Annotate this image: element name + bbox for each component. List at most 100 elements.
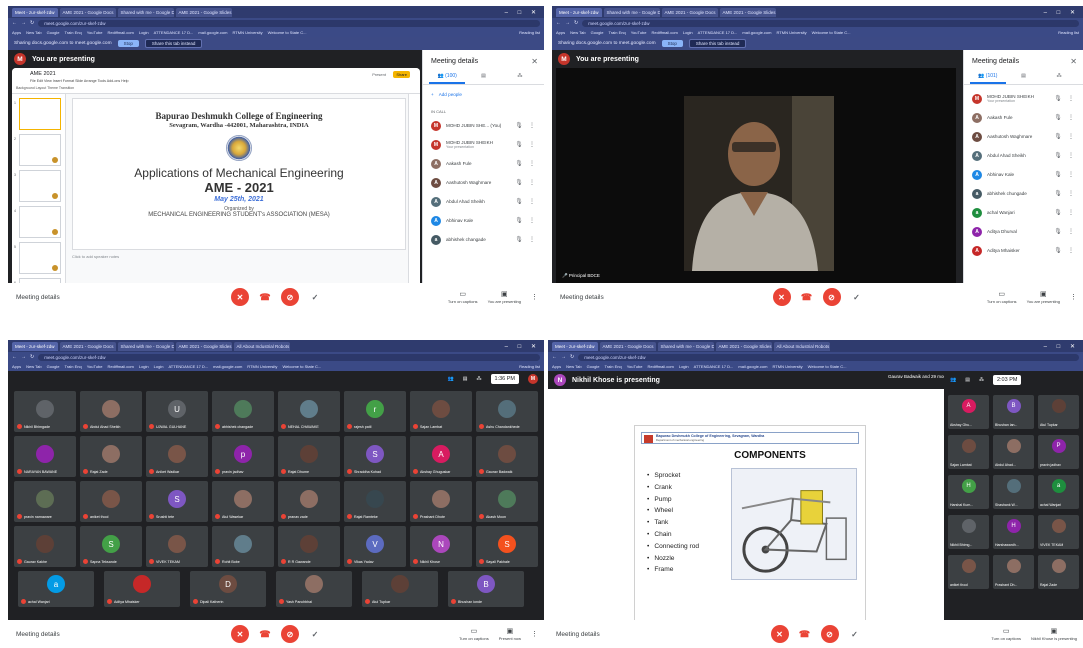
tab-chat[interactable]: ▤ bbox=[465, 70, 501, 84]
browser-tab[interactable]: Shared with me - Google Drive bbox=[657, 341, 714, 351]
participant-row[interactable]: A Aditya Mhaisker 🎙 ⋮ bbox=[964, 241, 1083, 260]
participant-tile[interactable]: Aditya Mhaisker bbox=[104, 571, 180, 607]
tab-people[interactable]: 👥 (100) bbox=[429, 70, 466, 84]
forward-icon[interactable]: → bbox=[561, 354, 566, 360]
bookmark[interactable]: Rediffmail.com bbox=[107, 364, 133, 369]
bookmark[interactable]: RTMN University bbox=[776, 30, 806, 35]
bookmark[interactable]: ATTENDANCE 17 D... bbox=[694, 364, 734, 369]
tab-chat[interactable]: ▤ bbox=[1006, 70, 1042, 84]
participant-row[interactable]: M MOHD JUBIN SHEIKH Your presentation 🎙 ⋮ bbox=[423, 135, 544, 154]
stop-sharing-button[interactable]: Stop bbox=[117, 40, 139, 47]
participant-tile[interactable]: Akash Moon bbox=[476, 481, 538, 522]
format-toolbar[interactable]: Background Layout Theme Transition bbox=[16, 86, 74, 90]
participant-tile[interactable]: R R Gawande bbox=[278, 526, 340, 567]
participant-row[interactable]: A Aashutosh Waghmare 🎙 ⋮ bbox=[964, 127, 1083, 146]
bookmark[interactable]: ATTENDANCE 17 D... bbox=[168, 364, 208, 369]
meeting-details-button[interactable]: Meeting details bbox=[556, 631, 600, 638]
close-icon[interactable]: ✕ bbox=[1070, 57, 1077, 66]
bookmark[interactable]: Train Enq bbox=[609, 30, 626, 35]
url-field[interactable]: meet.google.com/zur-skef-zdw bbox=[38, 353, 540, 361]
bookmark[interactable]: mail.google.com bbox=[198, 30, 227, 35]
participant-tile[interactable]: Sajan Lambat bbox=[410, 391, 472, 432]
slide-thumbnail[interactable]: 4 bbox=[14, 206, 61, 238]
slide-thumbnail[interactable]: 2 bbox=[14, 134, 61, 166]
participant-tile[interactable]: pravin narnaware bbox=[14, 481, 76, 522]
participant-tile[interactable]: Rohit Bobe bbox=[212, 526, 274, 567]
present-icon[interactable]: ✓ bbox=[309, 628, 321, 640]
mic-icon[interactable]: 🎙 bbox=[1054, 171, 1062, 178]
participant-row[interactable]: A Aashutosh Waghmare 🎙 ⋮ bbox=[423, 173, 544, 192]
bookmark[interactable]: RTMN University bbox=[232, 30, 262, 35]
reading-list[interactable]: Reading list bbox=[1058, 30, 1079, 35]
browser-tab[interactable]: AME 2021 - Google Slides bbox=[719, 7, 776, 17]
bookmark[interactable]: New Tab bbox=[26, 30, 42, 35]
mic-icon[interactable]: 🎙 bbox=[1054, 247, 1062, 254]
browser-tab[interactable]: Shared with me - Google Drive bbox=[603, 7, 660, 17]
participant-tile[interactable]: Prashant Dhote bbox=[410, 481, 472, 522]
participant-row[interactable]: a achal Wanjari 🎙 ⋮ bbox=[964, 203, 1083, 222]
present-now-button[interactable]: ▣ Present now bbox=[499, 627, 521, 641]
mic-icon[interactable]: 🎙 bbox=[1054, 190, 1062, 197]
bookmark[interactable]: Google bbox=[591, 30, 604, 35]
captions-button[interactable]: ▭ Turn on captions bbox=[987, 290, 1017, 304]
more-options-icon[interactable]: ⋮ bbox=[1067, 171, 1075, 178]
more-options-icon[interactable]: ⋮ bbox=[528, 179, 536, 186]
window-controls[interactable]: – □ ✕ bbox=[1044, 343, 1083, 350]
browser-tab[interactable]: AME 2021 - Google Docs bbox=[661, 7, 718, 17]
url-field[interactable]: meet.google.com/zur-skef-zdw bbox=[38, 19, 540, 27]
more-options-icon[interactable]: ⋮ bbox=[1067, 190, 1075, 197]
reload-icon[interactable]: ↻ bbox=[574, 20, 578, 26]
presenting-status-button[interactable]: ▣ You are presenting bbox=[488, 290, 521, 304]
chat-icon[interactable]: ▤ bbox=[965, 377, 970, 383]
bookmark[interactable]: Rediffmail.com bbox=[647, 364, 673, 369]
window-controls[interactable]: – □ ✕ bbox=[505, 9, 544, 16]
participant-tile[interactable]: aniket thool bbox=[948, 555, 989, 589]
mic-icon[interactable]: 🎙 bbox=[515, 198, 523, 205]
menu-bar[interactable]: File Edit View Insert Format Slide Arran… bbox=[30, 79, 129, 83]
more-options-icon[interactable]: ⋮ bbox=[528, 236, 536, 243]
share-this-tab-button[interactable]: Share this tab instead bbox=[688, 39, 747, 48]
participant-tile[interactable]: p pravin jadhav bbox=[212, 436, 274, 477]
present-icon[interactable]: ✓ bbox=[848, 628, 861, 640]
participant-tile[interactable]: A Akshay Ghu... bbox=[948, 395, 989, 429]
bookmark[interactable]: Login bbox=[679, 364, 689, 369]
participant-tile[interactable]: Rajat Ramteke bbox=[344, 481, 406, 522]
bookmark[interactable]: Google bbox=[47, 364, 60, 369]
camera-off-icon[interactable]: ⊘ bbox=[822, 288, 841, 306]
participant-tile[interactable]: VIVEK TEKAM bbox=[146, 526, 208, 567]
slide-thumbnail[interactable]: 1 bbox=[14, 98, 61, 130]
tab-people[interactable]: 👥 (101) bbox=[970, 70, 1006, 84]
camera-off-icon[interactable]: ⊘ bbox=[281, 625, 299, 643]
participant-tile[interactable]: Shashank W... bbox=[993, 475, 1034, 509]
camera-off-icon[interactable]: ⊘ bbox=[820, 625, 839, 643]
mic-icon[interactable]: 🎙 bbox=[515, 217, 523, 224]
bookmark[interactable]: YouTube bbox=[627, 364, 643, 369]
participant-tile[interactable]: Atul Tupkar bbox=[1038, 395, 1079, 429]
participant-tile[interactable]: A Akshay Ghuguskar bbox=[410, 436, 472, 477]
bookmark[interactable]: Welcome to State C... bbox=[812, 30, 851, 35]
forward-icon[interactable]: → bbox=[21, 354, 26, 360]
bookmark[interactable]: YouTube bbox=[631, 30, 647, 35]
reload-icon[interactable]: ↻ bbox=[570, 354, 574, 360]
bookmark[interactable]: Rediffmail.com bbox=[107, 30, 133, 35]
mic-off-icon[interactable]: ✕ bbox=[231, 625, 249, 643]
participant-row[interactable]: M MOHD JUBIN SHE... (You) 🎙 ⋮ bbox=[423, 116, 544, 135]
participant-row[interactable]: A Abhinav Kale 🎙 ⋮ bbox=[423, 211, 544, 230]
participant-row[interactable]: A Aditya Dhurval 🎙 ⋮ bbox=[964, 222, 1083, 241]
present-icon[interactable]: ✓ bbox=[309, 291, 321, 303]
browser-tab[interactable]: AME 2021 - Google Docs bbox=[59, 341, 116, 351]
participant-row[interactable]: a abhishek changade 🎙 ⋮ bbox=[423, 230, 544, 249]
participant-row[interactable]: A Abdul Ahad Sheikh 🎙 ⋮ bbox=[423, 192, 544, 211]
browser-tab[interactable]: Meet - zur-skef-zdw bbox=[552, 341, 598, 351]
mic-icon[interactable]: 🎙 bbox=[515, 122, 523, 129]
participant-tile[interactable]: Gaurav Badwaik bbox=[476, 436, 538, 477]
captions-button[interactable]: ▭ Turn on captions bbox=[991, 627, 1021, 641]
document-title[interactable]: AME 2021 bbox=[30, 71, 56, 77]
reading-list[interactable]: Reading list bbox=[519, 364, 540, 369]
bookmark[interactable]: Rediffmail.com bbox=[651, 30, 677, 35]
browser-tab[interactable]: AME 2021 - Google Slides bbox=[715, 341, 772, 351]
participant-tile[interactable]: r rajesh patil bbox=[344, 391, 406, 432]
mic-icon[interactable]: 🎙 bbox=[1054, 209, 1062, 216]
participant-tile[interactable]: Rajat Dhume bbox=[278, 436, 340, 477]
mic-icon[interactable]: 🎙 bbox=[1054, 228, 1062, 235]
